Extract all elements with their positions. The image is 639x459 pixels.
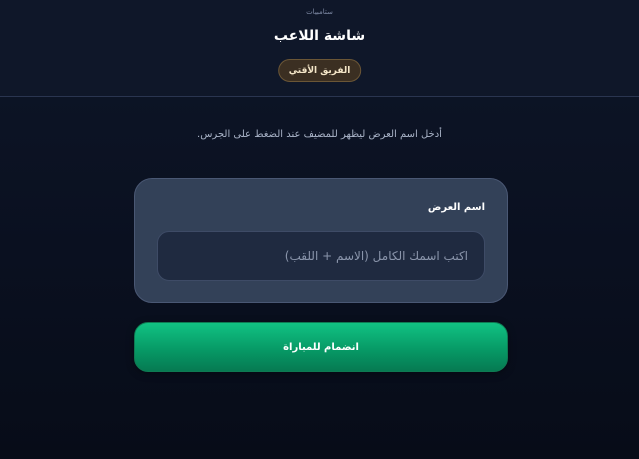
- player-screen: ستامبيات شاشة اللاعب الفريق الأقتي أدخل …: [0, 0, 639, 459]
- brand-text: ستامبيات: [306, 8, 333, 16]
- display-name-card: اسم العرض: [134, 178, 508, 303]
- display-name-label: اسم العرض: [427, 202, 485, 213]
- header: ستامبيات شاشة اللاعب الفريق الأقتي: [0, 0, 639, 97]
- join-match-button[interactable]: انضمام للمباراة: [134, 322, 508, 372]
- instruction-text: أدخل اسم العرض ليظهر للمضيف عند الضغط عل…: [197, 129, 442, 140]
- display-name-input[interactable]: [157, 231, 485, 281]
- page-title: شاشة اللاعب: [273, 28, 366, 44]
- team-badge: الفريق الأقتي: [277, 59, 362, 82]
